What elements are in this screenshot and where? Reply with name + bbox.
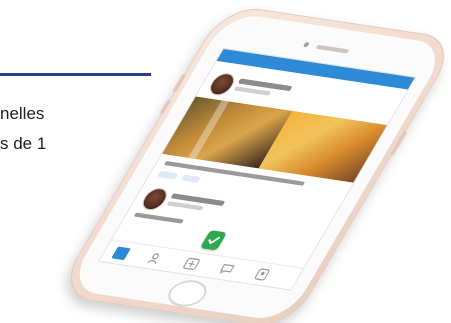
home-button[interactable] [162, 277, 213, 309]
phone-front [65, 11, 450, 323]
front-camera-icon [302, 41, 311, 48]
background-text-line-1: nelles [0, 104, 45, 123]
section-divider [0, 73, 151, 76]
feed-post[interactable] [149, 65, 405, 205]
post-text-placeholder [133, 212, 185, 224]
background-text-line-2: s de 1 [0, 134, 47, 153]
phone-body [55, 4, 451, 323]
app-screen [97, 47, 417, 291]
phone-mockup [55, 4, 451, 323]
home-icon[interactable] [111, 246, 131, 260]
post-meta-placeholder [233, 86, 272, 96]
profile-icon[interactable] [252, 268, 272, 282]
comment-button[interactable] [180, 174, 202, 183]
avatar[interactable] [138, 186, 172, 212]
add-icon[interactable] [182, 257, 202, 271]
messages-icon[interactable] [217, 262, 237, 276]
people-icon[interactable] [146, 252, 166, 266]
earpiece-speaker [315, 44, 350, 54]
post-meta-placeholder [166, 201, 204, 211]
avatar[interactable] [205, 71, 239, 97]
like-button[interactable] [156, 170, 179, 180]
page: nelles s de 1 [0, 0, 451, 323]
